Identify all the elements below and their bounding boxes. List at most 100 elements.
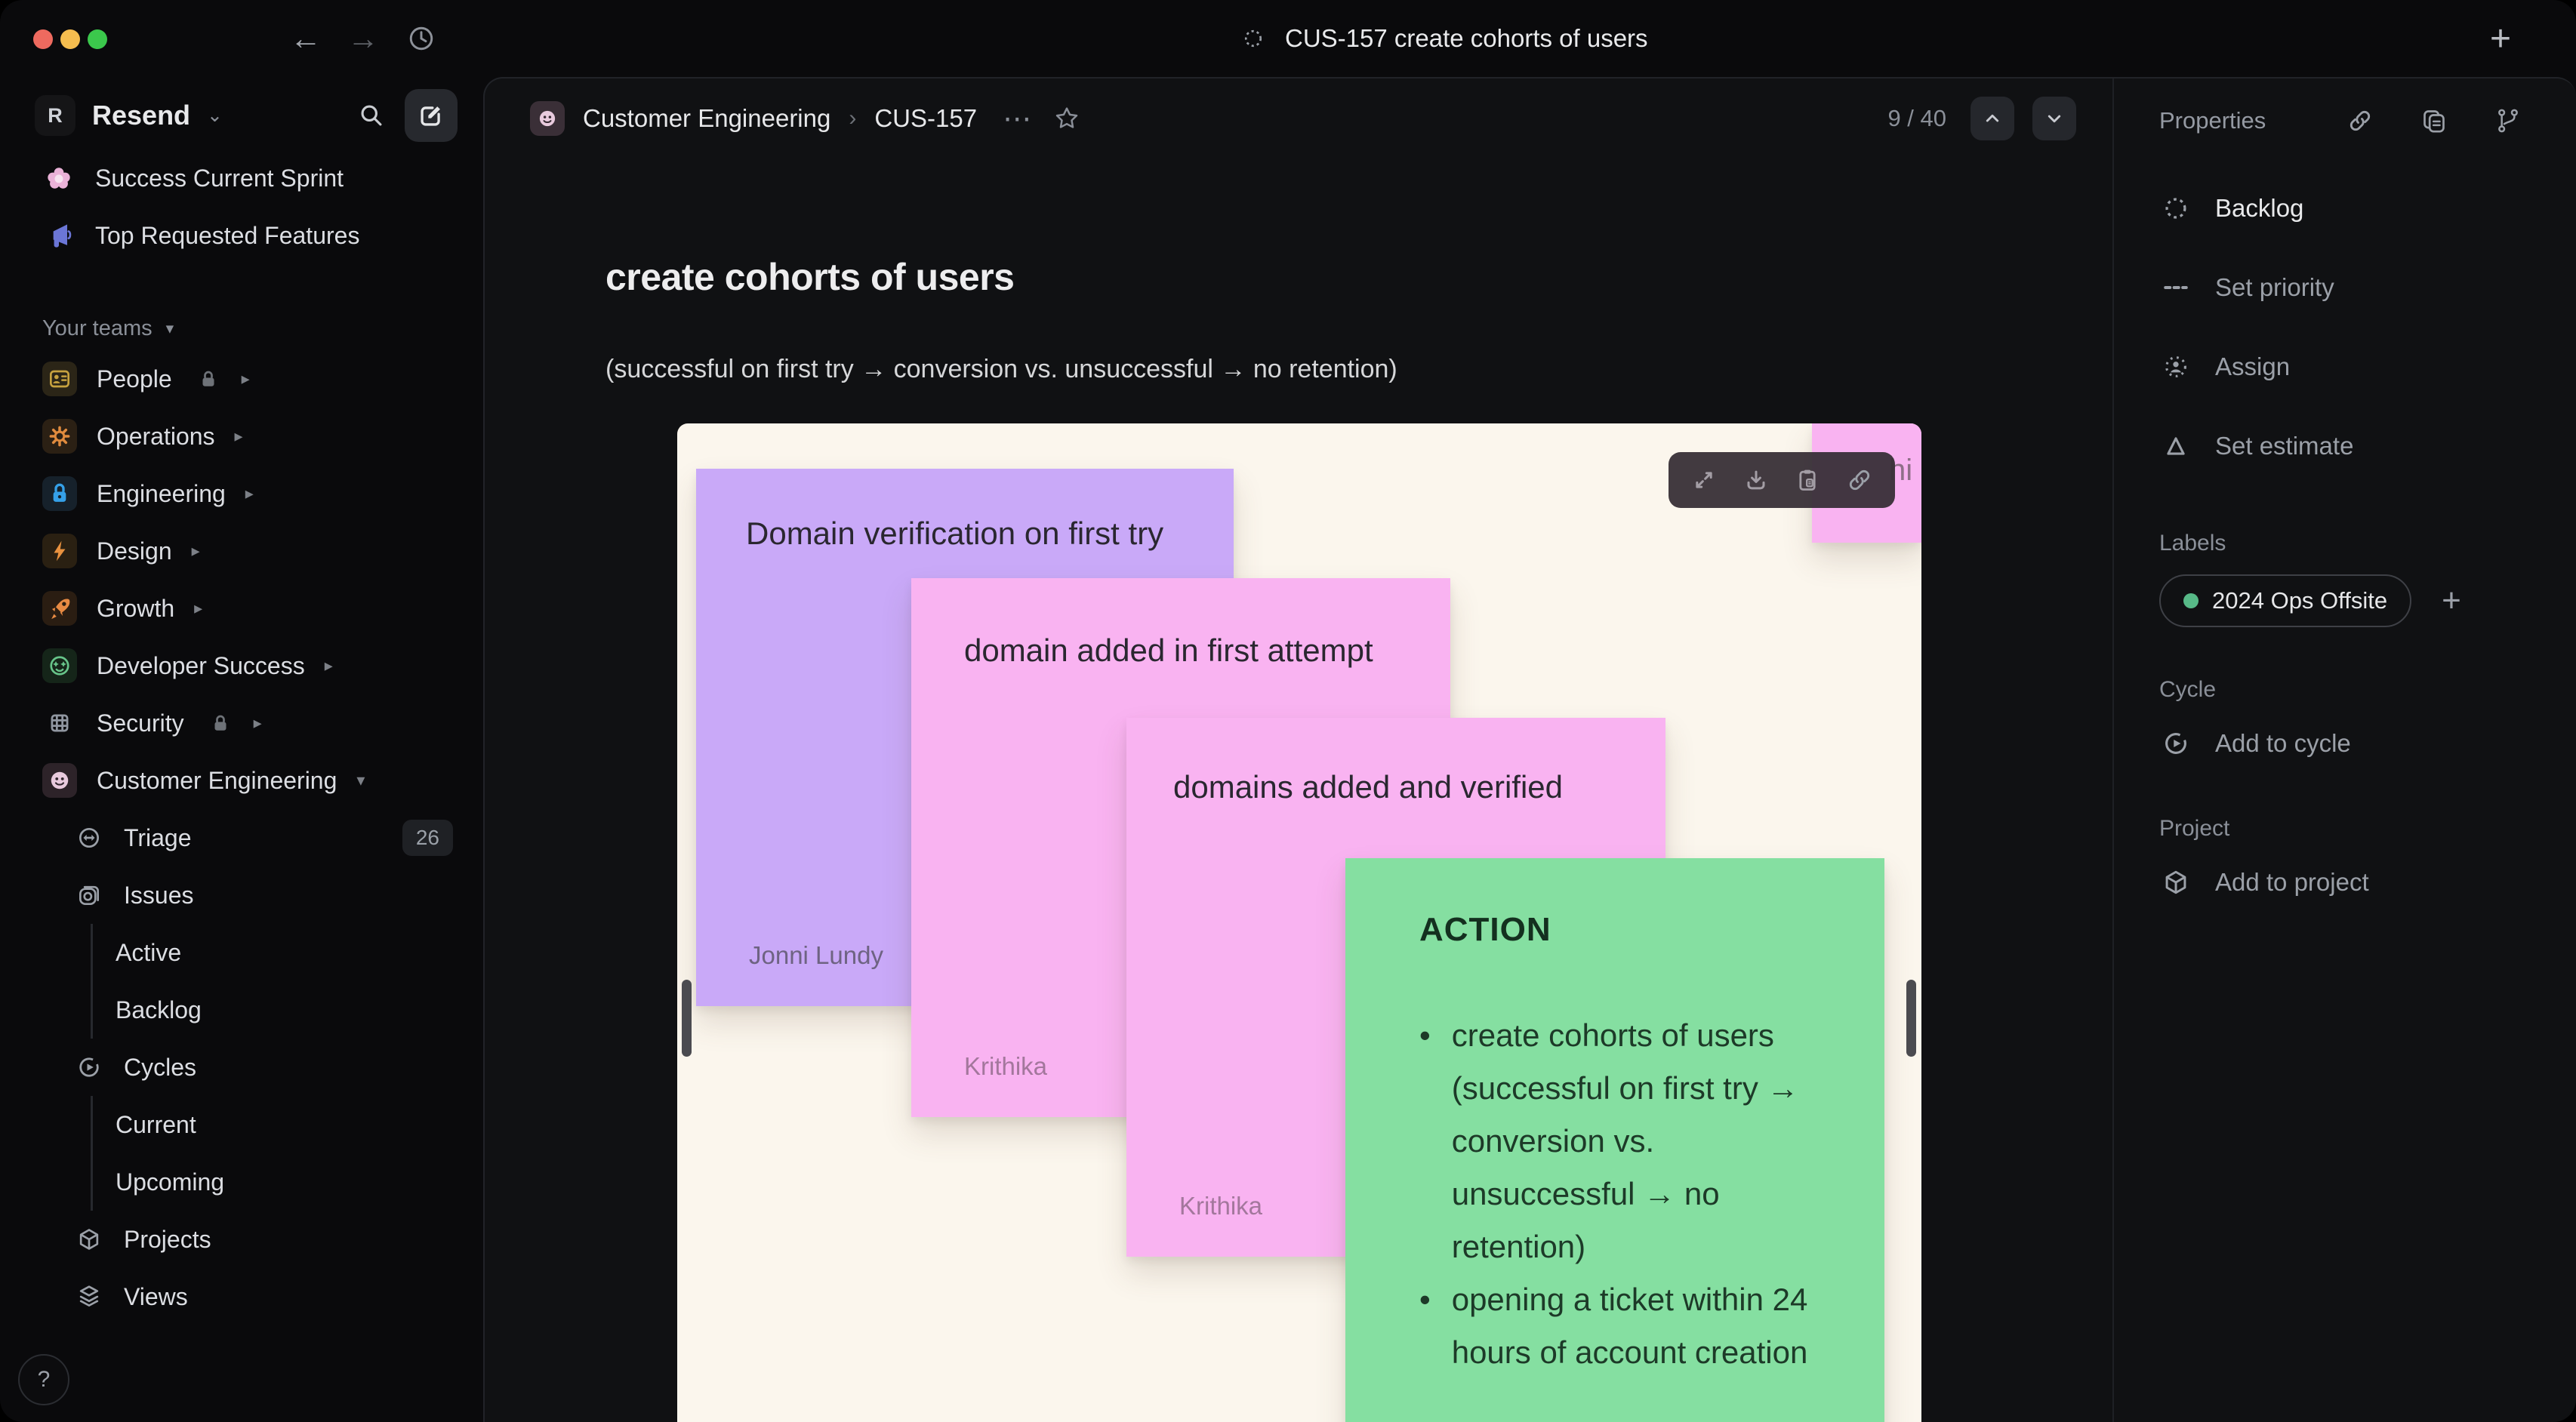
item-label: Projects [124, 1225, 211, 1253]
team-smiley-icon[interactable] [530, 101, 565, 136]
sidebar-item-top-requested-features[interactable]: Top Requested Features [0, 207, 483, 264]
breadcrumb-separator: › [849, 106, 857, 131]
next-issue-button[interactable] [2032, 97, 2076, 140]
backlog-status-icon [2159, 192, 2192, 225]
issue-subtitle[interactable]: (successful on first try → conversion vs… [605, 355, 2112, 384]
history-clock-icon[interactable] [405, 22, 438, 55]
team-label: Developer Success [97, 651, 305, 679]
sidebar-team-security[interactable]: Security ▸ [0, 694, 483, 752]
sidebar-item-cycles[interactable]: Cycles [0, 1039, 483, 1096]
note-author: Krithika [964, 1052, 1048, 1080]
cycle-icon [74, 1052, 104, 1082]
layers-icon [74, 1282, 104, 1312]
help-button[interactable]: ? [18, 1354, 69, 1405]
zoom-window-button[interactable] [88, 29, 107, 49]
expand-image-button[interactable] [1687, 463, 1721, 497]
copy-image-button[interactable] [1791, 463, 1824, 497]
sidebar-item-success-current-sprint[interactable]: Success Current Sprint [0, 149, 483, 207]
minimize-window-button[interactable] [60, 29, 80, 49]
sidebar-team-operations[interactable]: Operations ▸ [0, 408, 483, 465]
workspace-chevron-down-icon[interactable]: ⌄ [207, 106, 223, 125]
estimate-row[interactable]: Set estimate [2159, 423, 2576, 469]
new-issue-button[interactable] [405, 89, 458, 142]
add-to-project-row[interactable]: Add to project [2159, 860, 2576, 905]
workspace-logo[interactable]: R [35, 95, 75, 136]
overflow-menu-icon[interactable]: ⋯ [1003, 102, 1034, 136]
sidebar-item-projects[interactable]: Projects [0, 1211, 483, 1268]
sidebar-team-design[interactable]: Design ▸ [0, 522, 483, 580]
image-link-button[interactable] [1843, 463, 1876, 497]
compose-icon [414, 99, 448, 132]
image-resize-handle-left[interactable] [682, 980, 692, 1057]
megaphone-icon [42, 219, 75, 252]
whiteboard-image[interactable]: Domain verification on first try Jonni L… [677, 423, 1921, 1422]
help-question-icon: ? [37, 1367, 51, 1392]
issue-pager: 9 / 40 [1887, 97, 2076, 140]
sidebar-item-issues[interactable]: Issues [0, 866, 483, 924]
item-label: Views [124, 1282, 188, 1310]
sidebar-item-views[interactable]: Views [0, 1268, 483, 1325]
search-icon[interactable] [355, 99, 388, 132]
priority-row[interactable]: Set priority [2159, 265, 2576, 310]
assignee-row[interactable]: Assign [2159, 344, 2576, 389]
note-title: ACTION [1419, 911, 1551, 948]
status-row[interactable]: Backlog [2159, 186, 2576, 231]
sidebar-team-people[interactable]: People ▸ [0, 350, 483, 408]
smiley-icon [45, 765, 75, 796]
previous-issue-button[interactable] [1971, 97, 2014, 140]
add-label-button[interactable]: + [2442, 582, 2461, 620]
window-title-text: CUS-157 create cohorts of users [1285, 24, 1648, 52]
link-icon [1844, 465, 1875, 495]
properties-title: Properties [2159, 107, 2266, 134]
download-image-button[interactable] [1739, 463, 1773, 497]
sidebar-item-label: Success Current Sprint [95, 164, 344, 192]
workspace-name[interactable]: Resend [92, 100, 190, 131]
chevron-up-icon [1979, 105, 2006, 132]
sidebar-item-current[interactable]: Current [116, 1096, 483, 1153]
sidebar-item-active[interactable]: Active [116, 924, 483, 981]
breadcrumb-issue-id[interactable]: CUS-157 [874, 104, 977, 133]
team-label: Customer Engineering [97, 766, 337, 794]
caret-right-icon: ▸ [194, 599, 203, 617]
sidebar-team-customer-engineering[interactable]: Customer Engineering ▾ [0, 752, 483, 809]
add-to-cycle-row[interactable]: Add to cycle [2159, 721, 2576, 766]
caret-right-icon: ▸ [234, 426, 243, 445]
close-window-button[interactable] [33, 29, 53, 49]
sidebar-item-backlog[interactable]: Backlog [116, 981, 483, 1039]
back-arrow-icon[interactable]: ← [290, 23, 322, 54]
label-pill-2024-ops-offsite[interactable]: 2024 Ops Offsite [2159, 574, 2412, 627]
pager-position: 9 / 40 [1887, 105, 1946, 131]
git-branch-icon[interactable] [2493, 106, 2523, 136]
download-icon [1741, 465, 1771, 495]
flower-icon [42, 162, 75, 195]
favorite-star-icon[interactable] [1052, 103, 1082, 134]
sidebar-item-upcoming[interactable]: Upcoming [116, 1153, 483, 1211]
issue-title[interactable]: create cohorts of users [605, 255, 2112, 299]
caret-right-icon: ▸ [245, 484, 254, 503]
sidebar-team-engineering[interactable]: Engineering ▸ [0, 465, 483, 522]
label-text: 2024 Ops Offsite [2212, 587, 2388, 614]
image-resize-handle-right[interactable] [1906, 980, 1916, 1057]
sidebar-team-developer-success[interactable]: Developer Success ▸ [0, 637, 483, 694]
cycle-icon [2159, 727, 2192, 760]
your-teams-header[interactable]: Your teams ▾ [0, 306, 483, 350]
team-label: Design [97, 537, 172, 565]
expand-icon [1689, 465, 1719, 495]
window-title: CUS-157 create cohorts of users [1240, 0, 1648, 77]
id-card-icon [45, 364, 75, 394]
breadcrumb-team[interactable]: Customer Engineering [583, 104, 830, 133]
duplicate-icon[interactable] [2419, 106, 2449, 136]
content-header: Customer Engineering › CUS-157 ⋯ 9 / 40 [485, 78, 2112, 159]
app-window: ← → CUS-157 create cohorts of users + R … [0, 0, 2576, 1422]
chip-icon [43, 706, 76, 740]
window-controls [33, 29, 107, 49]
forward-arrow-icon[interactable]: → [347, 23, 379, 54]
team-label: Security [97, 709, 184, 737]
triage-count-badge: 26 [402, 820, 453, 856]
new-tab-button[interactable]: + [2490, 0, 2511, 77]
sidebar-item-triage[interactable]: Triage 26 [0, 809, 483, 866]
priority-value: Set priority [2215, 273, 2334, 301]
copy-link-icon[interactable] [2345, 106, 2375, 136]
sidebar-team-growth[interactable]: Growth ▸ [0, 580, 483, 637]
backlog-status-icon [1240, 25, 1267, 52]
